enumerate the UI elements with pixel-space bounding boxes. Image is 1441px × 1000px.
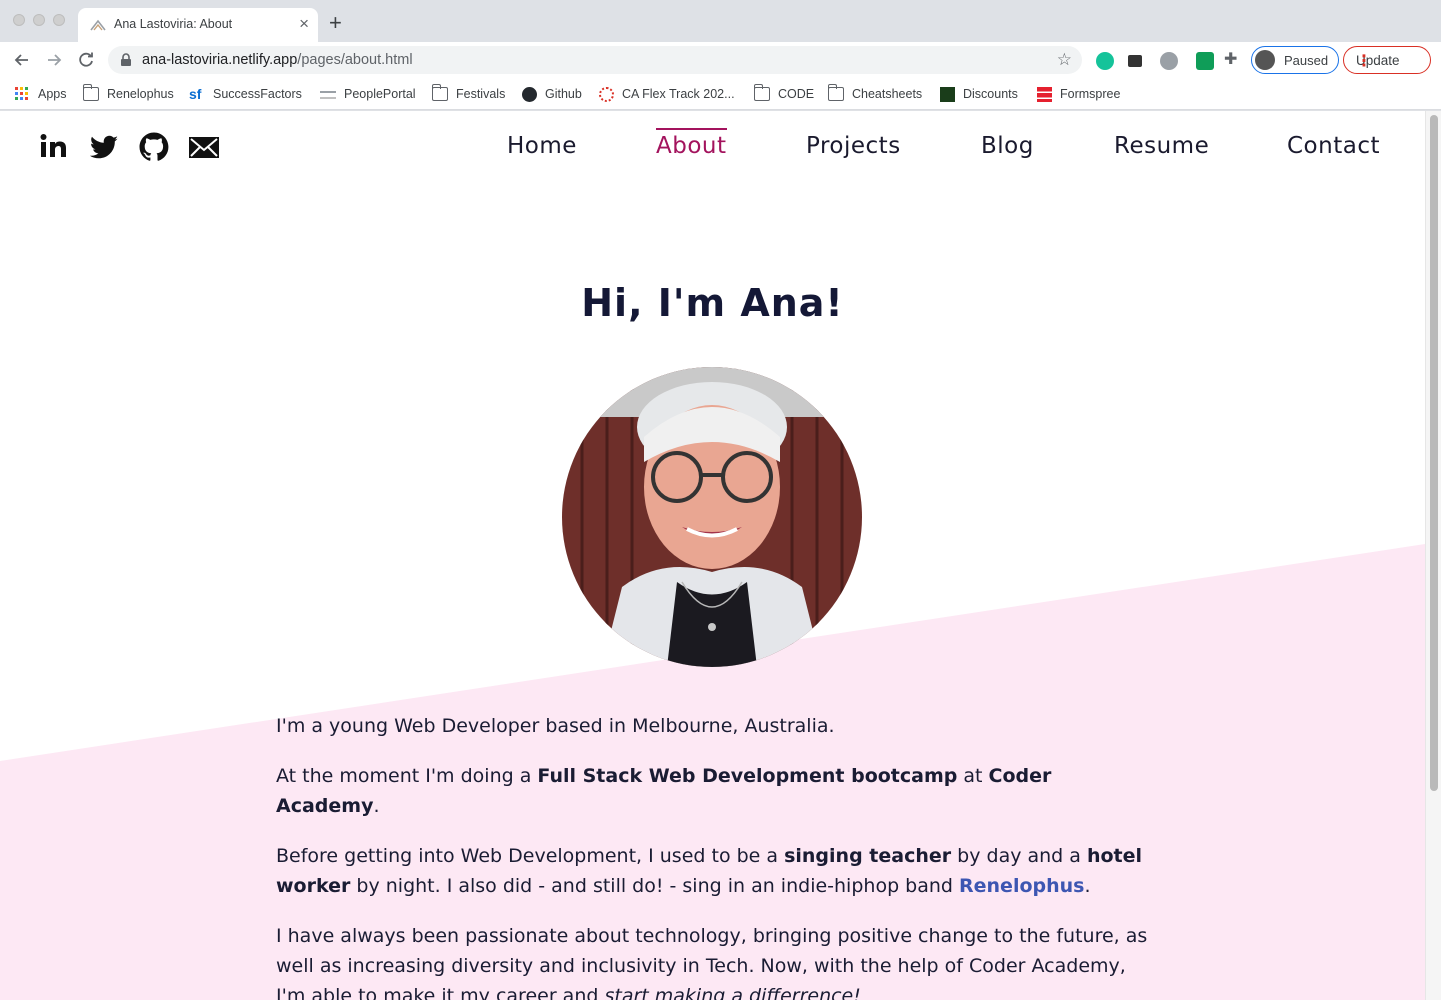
forward-button[interactable] xyxy=(43,49,65,71)
folder-icon xyxy=(753,84,770,101)
tab-bar: Ana Lastoviria: About × + xyxy=(0,0,1441,42)
bookmark-github[interactable]: Github xyxy=(522,85,582,103)
nav-contact[interactable]: Contact xyxy=(1287,133,1380,159)
update-button[interactable]: Update ⋮ xyxy=(1343,46,1431,74)
minimize-window-button[interactable] xyxy=(33,14,45,26)
bookmark-label: Festivals xyxy=(456,87,506,101)
puzzle-extensions-icon[interactable]: ✚ xyxy=(1224,49,1242,68)
folder-icon xyxy=(82,84,99,101)
grammarly-extension-icon[interactable] xyxy=(1096,52,1114,70)
nav-blog[interactable]: Blog xyxy=(981,133,1034,159)
scrollbar-thumb[interactable] xyxy=(1430,115,1438,791)
linkedin-icon[interactable] xyxy=(38,131,70,163)
bio-paragraph-2: At the moment I'm doing a Full Stack Web… xyxy=(276,765,1052,817)
bookmark-successfactors[interactable]: sf SuccessFactors xyxy=(189,85,302,103)
close-window-button[interactable] xyxy=(13,14,25,26)
folder-icon xyxy=(431,84,448,101)
au-extension-icon[interactable] xyxy=(1196,52,1214,70)
bookmark-peopleportal[interactable]: PeoplePortal xyxy=(320,85,416,103)
address-bar[interactable]: ana-lastoviria.netlify.app/pages/about.h… xyxy=(108,46,1082,74)
bookmark-star-icon[interactable]: ☆ xyxy=(1057,50,1072,70)
discounts-icon xyxy=(940,86,955,102)
tab-title: Ana Lastoviria: About xyxy=(114,17,233,31)
nav-projects[interactable]: Projects xyxy=(806,133,901,159)
bookmark-label: SuccessFactors xyxy=(213,87,302,101)
maximize-window-button[interactable] xyxy=(53,14,65,26)
url-text: ana-lastoviria.netlify.app/pages/about.h… xyxy=(142,52,413,68)
bookmark-label: Discounts xyxy=(963,87,1018,101)
bookmark-label: Apps xyxy=(38,87,67,101)
bookmark-renelophus[interactable]: Renelophus xyxy=(82,84,174,103)
bookmark-apps[interactable]: Apps xyxy=(14,85,67,103)
bio-paragraph-1: I'm a young Web Developer based in Melbo… xyxy=(276,715,835,737)
nav-home[interactable]: Home xyxy=(507,133,577,159)
bookmark-ca-flex-track[interactable]: CA Flex Track 202... xyxy=(599,85,735,103)
github-icon xyxy=(522,86,537,102)
nav-about[interactable]: About xyxy=(656,128,727,159)
bookmark-label: CODE xyxy=(778,87,815,101)
bookmark-festivals[interactable]: Festivals xyxy=(431,84,506,103)
bookmark-label: Renelophus xyxy=(107,87,174,101)
extension-icon[interactable] xyxy=(1128,55,1142,67)
back-arrow-icon xyxy=(14,54,28,66)
tab-close-icon[interactable]: × xyxy=(299,14,309,34)
bookmark-cheatsheets[interactable]: Cheatsheets xyxy=(827,84,923,103)
page-title: Hi, I'm Ana! xyxy=(581,281,844,325)
page-scrollbar[interactable] xyxy=(1425,111,1441,1000)
email-icon[interactable] xyxy=(188,131,220,163)
successfactors-icon: sf xyxy=(189,86,202,102)
about-content: I'm a young Web Developer based in Melbo… xyxy=(276,711,1156,1000)
apps-grid-icon xyxy=(15,87,28,100)
bio-paragraph-3: Before getting into Web Development, I u… xyxy=(276,845,1143,897)
ca-icon xyxy=(599,86,614,102)
bookmark-discounts[interactable]: Discounts xyxy=(940,85,1018,103)
bookmark-label: Cheatsheets xyxy=(852,87,923,101)
bookmark-code[interactable]: CODE xyxy=(753,84,815,103)
lock-icon xyxy=(121,53,131,66)
browser-chrome: Ana Lastoviria: About × + ana-lastoviria… xyxy=(0,0,1441,111)
formspree-icon xyxy=(1037,86,1052,102)
bookmark-formspree[interactable]: Formspree xyxy=(1037,85,1120,103)
new-tab-button[interactable]: + xyxy=(329,10,342,36)
renelophus-link[interactable]: Renelophus xyxy=(959,875,1084,897)
web-page: Home About Projects Blog Resume Contact … xyxy=(0,111,1425,1000)
back-button[interactable] xyxy=(11,49,33,71)
peopleportal-icon xyxy=(320,91,336,99)
bookmark-label: CA Flex Track 202... xyxy=(622,87,735,101)
bio-paragraph-4: I have always been passionate about tech… xyxy=(276,925,1148,1000)
compass-extension-icon[interactable] xyxy=(1160,52,1178,70)
reload-button[interactable] xyxy=(75,49,97,71)
browser-tab[interactable]: Ana Lastoviria: About × xyxy=(78,8,318,42)
more-menu-icon: ⋮ xyxy=(1356,53,1372,70)
bookmark-label: PeoplePortal xyxy=(344,87,416,101)
github-icon[interactable] xyxy=(138,131,170,163)
folder-icon xyxy=(827,84,844,101)
site-favicon-icon xyxy=(90,19,106,31)
forward-arrow-icon xyxy=(48,54,62,66)
browser-toolbar: ana-lastoviria.netlify.app/pages/about.h… xyxy=(0,42,1441,78)
avatar xyxy=(1255,50,1275,70)
bookmarks-bar: Apps Renelophus sf SuccessFactors PeopleP… xyxy=(0,78,1441,110)
profile-status-label: Paused xyxy=(1284,53,1329,68)
twitter-icon[interactable] xyxy=(88,131,120,163)
bookmark-label: Github xyxy=(545,87,582,101)
bookmark-label: Formspree xyxy=(1060,87,1121,101)
reload-icon xyxy=(79,52,93,67)
profile-photo xyxy=(562,367,862,667)
profile-button[interactable]: Paused xyxy=(1251,46,1339,74)
nav-resume[interactable]: Resume xyxy=(1114,133,1209,159)
